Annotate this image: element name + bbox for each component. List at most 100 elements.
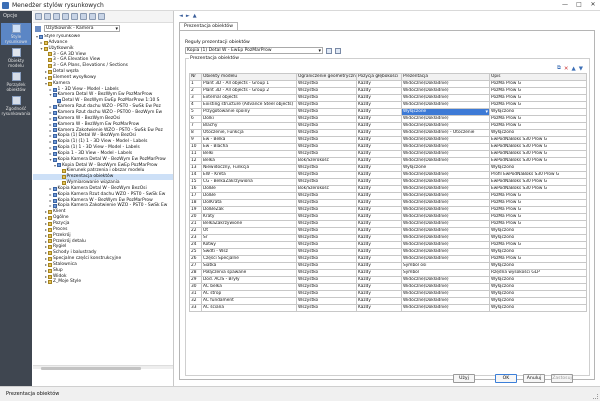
table-cell[interactable]: Wszystko bbox=[296, 241, 357, 249]
table-row[interactable]: 24 Kotwy Wszystko Każdy Widoczne(Dokładnie) P… bbox=[189, 241, 587, 249]
table-cell[interactable]: Wszystko bbox=[296, 220, 357, 228]
table-cell[interactable]: External objects bbox=[201, 94, 297, 102]
table-row[interactable]: 13 Niewidoczny, Funkcja Wszystko Każdy Wyłąc… bbox=[189, 164, 587, 172]
table-cell[interactable]: Każdy bbox=[356, 241, 402, 249]
table-cell[interactable]: Symbol bbox=[401, 269, 490, 277]
table-cell[interactable]: Wszystko bbox=[296, 192, 357, 200]
table-cell[interactable]: Widoczne(Dokładnie) bbox=[401, 276, 490, 284]
table-cell[interactable]: Wszystko bbox=[296, 255, 357, 263]
table-cell[interactable]: CG - BelkaZakrzywiona bbox=[201, 178, 297, 186]
column-header[interactable]: Ograniczenie geometryczne bbox=[296, 73, 357, 81]
table-cell[interactable]: Wszystko bbox=[296, 108, 357, 116]
export-icon[interactable] bbox=[71, 13, 78, 20]
table-row[interactable]: 3 External objects Wszystko Każdy Widoczne(D… bbox=[189, 94, 587, 102]
table-cell[interactable]: Profil EwPodNaBoks S30 Prow G bbox=[489, 171, 587, 179]
table-cell[interactable]: Wszystko bbox=[296, 115, 357, 123]
table-cell[interactable]: Wyłączono bbox=[489, 234, 587, 242]
table-cell[interactable]: Widoczne(Dokładnie) bbox=[401, 227, 490, 235]
table-cell[interactable]: Każdy bbox=[356, 157, 402, 165]
table-cell[interactable]: DolBe bbox=[201, 192, 297, 200]
table-row[interactable]: 4 Existing structure (Advance Steel objec… bbox=[189, 101, 587, 109]
table-cell[interactable]: Siatka bbox=[201, 262, 297, 270]
table-cell[interactable]: Swdti - Wsz bbox=[201, 248, 297, 256]
table-cell[interactable]: Plant 3D - All objects - Group 2 bbox=[201, 87, 297, 95]
table-cell[interactable]: Widoczne(Dokładnie) bbox=[401, 213, 490, 221]
tree-filter-select[interactable]: Użytkownik - Kamera bbox=[44, 25, 120, 32]
table-cell[interactable]: EwPodNaBoks S30 Prow G bbox=[489, 150, 587, 158]
table-row[interactable]: 32 AC fundament Wszystko Każdy Widoczne(Dokł… bbox=[189, 297, 587, 305]
table-row[interactable]: 28 Połączenia spawane Wszystko Każdy Symbol R… bbox=[189, 269, 587, 277]
table-cell[interactable]: Każdy bbox=[356, 129, 402, 137]
table-row[interactable]: 27 Siatka Wszystko Każdy Symbol osi Wyłączono bbox=[189, 262, 587, 270]
table-cell[interactable]: Widoczne(Dokładnie) bbox=[401, 220, 490, 228]
table-cell[interactable]: Wszystko bbox=[296, 297, 357, 305]
table-cell[interactable]: Wyłączono bbox=[489, 276, 587, 284]
table-cell[interactable]: DolKrata bbox=[201, 199, 297, 207]
table-cell[interactable]: Widoczne(Dokładnie) bbox=[401, 143, 490, 151]
table-cell[interactable]: Każdy bbox=[356, 178, 402, 186]
table-cell[interactable]: Dolki bbox=[201, 115, 297, 123]
options-menu[interactable]: Opcje bbox=[3, 13, 17, 19]
table-cell[interactable]: Widoczne(Dokładnie) bbox=[401, 185, 490, 193]
table-cell[interactable]: Wszystko bbox=[296, 290, 357, 298]
table-cell[interactable]: Dod. ACIS - Bryły bbox=[201, 276, 297, 284]
table-row[interactable]: 29 Dod. ACIS - Bryły Wszystko Każdy Widoczne… bbox=[189, 276, 587, 284]
table-cell[interactable]: BelkaZakrzywione bbox=[201, 220, 297, 228]
delete-style-icon[interactable] bbox=[53, 13, 60, 20]
table-cell[interactable]: Existing structure (Advance Steel object… bbox=[201, 101, 297, 109]
table-cell[interactable]: Wyłączono bbox=[489, 129, 587, 137]
table-cell[interactable]: Wyłączono bbox=[489, 290, 587, 298]
table-cell[interactable]: Widoczne(Dokładnie) bbox=[401, 234, 490, 242]
table-row[interactable]: 12 Belka Bok/Szerokość Każdy Widoczne(Dokład… bbox=[189, 157, 587, 165]
rules-select[interactable]: Kopia (1) Detal W - EwEp PozMarProw bbox=[185, 47, 323, 54]
table-cell[interactable]: EwPodNaBoks S30 Prow G bbox=[489, 157, 587, 165]
table-row[interactable]: 15 CG - BelkaZakrzywiona Wszystko Każdy Wido… bbox=[189, 178, 587, 186]
table-cell[interactable]: PozMa Prow G bbox=[489, 80, 587, 88]
table-cell[interactable]: Wyłączono bbox=[489, 283, 587, 291]
close-window-button[interactable]: ✕ bbox=[588, 1, 598, 8]
table-cell[interactable]: Widoczne(Dokładnie) bbox=[401, 206, 490, 214]
table-cell[interactable]: Każdy bbox=[356, 115, 402, 123]
table-cell[interactable]: Widoczne(Dokładnie) bbox=[401, 122, 490, 130]
table-row[interactable]: 14 EW - Kreta Wszystko Każdy Widoczne(Dokład… bbox=[189, 171, 587, 179]
table-cell[interactable]: Ew - Belka bbox=[201, 136, 297, 144]
table-row[interactable]: 19 DolBeZak Wszystko Każdy Widoczne(Dokładni… bbox=[189, 206, 587, 214]
table-row[interactable]: 6 Dolki Wszystko Każdy Widoczne(Dokładnie) Po… bbox=[189, 115, 587, 123]
table-cell[interactable]: Widoczne(Dokładnie) bbox=[401, 178, 490, 186]
table-cell[interactable]: Belki bbox=[201, 150, 297, 158]
table-row[interactable]: 7 Blachy Wszystko Każdy Widoczne(Dokładnie) P… bbox=[189, 122, 587, 130]
table-row[interactable]: 23 Śr Wszystko Każdy Widoczne(Dokładnie) Wyłą… bbox=[189, 234, 587, 242]
table-cell[interactable]: Widoczne(Dokładnie) bbox=[401, 87, 490, 95]
table-cell[interactable]: PozMa Prow G bbox=[489, 115, 587, 123]
table-cell[interactable]: Wszystko bbox=[296, 262, 357, 270]
tree-item[interactable]: ▸ Z_Moje Style bbox=[33, 279, 173, 285]
table-cell[interactable]: Otoczenie, Funkcja bbox=[201, 129, 297, 137]
table-cell[interactable]: Widoczne(Dokładnie) bbox=[401, 150, 490, 158]
nav-item-2[interactable]: Porządek obiektów bbox=[1, 71, 31, 93]
table-cell[interactable]: Ew - Blacha bbox=[201, 143, 297, 151]
table-row[interactable]: 18 DolKrata Wszystko Każdy Widoczne(Dokładni… bbox=[189, 199, 587, 207]
table-cell[interactable]: Śr bbox=[201, 234, 297, 242]
table-cell[interactable]: PozMa Prow G bbox=[489, 220, 587, 228]
table-cell[interactable]: Każdy bbox=[356, 262, 402, 270]
table-cell[interactable]: Bok/Szerokość bbox=[296, 185, 357, 193]
table-row[interactable]: 26 Części Specjalne Wszystko Każdy Widoczne(… bbox=[189, 255, 587, 263]
table-cell[interactable]: Każdy bbox=[356, 269, 402, 277]
table-cell[interactable]: Każdy bbox=[356, 87, 402, 95]
table-cell[interactable]: EwPodNaBoks S30 Prow G bbox=[489, 185, 587, 193]
move-up-icon[interactable]: ▲ bbox=[572, 66, 576, 72]
table-cell[interactable]: Widoczne(Dokładnie) - Otoczenie bbox=[401, 129, 490, 137]
ok-button[interactable]: OK bbox=[495, 374, 517, 383]
table-cell[interactable]: Każdy bbox=[356, 80, 402, 88]
table-row[interactable]: 5 Przygotowanie spoiny Wszystko Każdy Wyłącz… bbox=[189, 108, 587, 116]
table-cell[interactable]: Każdy bbox=[356, 108, 402, 116]
table-cell[interactable]: Wszystko bbox=[296, 199, 357, 207]
resize-grip[interactable] bbox=[593, 394, 598, 399]
move-down-icon[interactable]: ▼ bbox=[579, 66, 583, 72]
table-cell[interactable]: AC belka bbox=[201, 283, 297, 291]
table-row[interactable]: 33 AC ściana Wszystko Każdy Widoczne(Dokładn… bbox=[189, 304, 587, 312]
table-cell[interactable]: DolBeZak bbox=[201, 206, 297, 214]
table-cell[interactable]: Ot bbox=[201, 227, 297, 235]
table-cell[interactable]: Wszystko bbox=[296, 143, 357, 151]
table-row[interactable]: 16 DolBe Bok/Szerokość Każdy Widoczne(Dokład… bbox=[189, 185, 587, 193]
